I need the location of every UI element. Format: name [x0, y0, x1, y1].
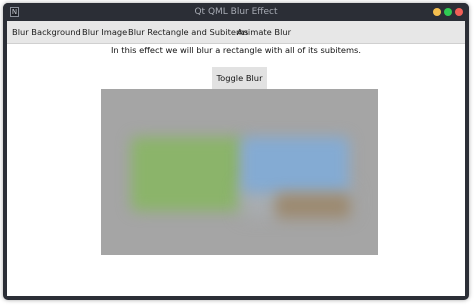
blurred-blue-subitem	[241, 137, 349, 193]
blurred-rectangle	[101, 89, 378, 255]
app-window: N Qt QML Blur Effect Blur Background Blu…	[3, 3, 469, 300]
window-title: Qt QML Blur Effect	[194, 7, 278, 17]
minimize-icon[interactable]	[433, 8, 441, 16]
blurred-green-subitem	[131, 137, 243, 211]
tab-bar: Blur Background Blur Image Blur Rectangl…	[7, 21, 465, 44]
blurred-brown-subitem	[275, 193, 351, 219]
close-icon[interactable]	[455, 8, 463, 16]
tab-blur-rectangle-and-subitems[interactable]: Blur Rectangle and Subitems	[128, 21, 248, 44]
toggle-blur-button[interactable]: Toggle Blur	[212, 67, 267, 90]
tab-blur-background[interactable]: Blur Background	[12, 21, 81, 44]
maximize-icon[interactable]	[444, 8, 452, 16]
effect-description: In this effect we will blur a rectangle …	[110, 45, 362, 55]
title-bar[interactable]: N Qt QML Blur Effect	[3, 3, 469, 21]
tab-blur-image[interactable]: Blur Image	[82, 21, 127, 44]
tab-animate-blur[interactable]: Animate Blur	[237, 21, 291, 44]
window-content: Blur Background Blur Image Blur Rectangl…	[7, 21, 465, 296]
